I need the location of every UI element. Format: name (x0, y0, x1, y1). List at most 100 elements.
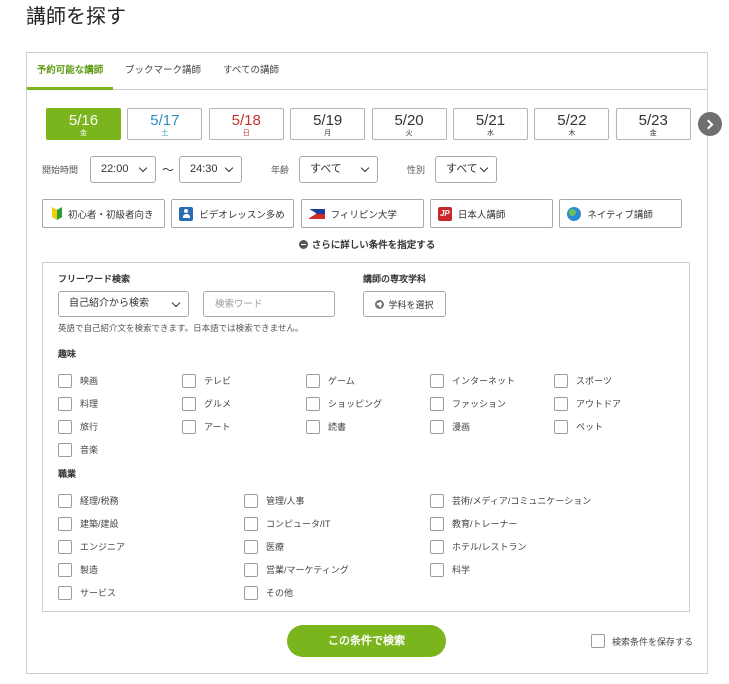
filter-video-lesson-button[interactable]: ビデオレッスン多め (171, 199, 295, 228)
checkbox[interactable] (430, 373, 444, 388)
checkbox[interactable] (182, 419, 196, 434)
checkbox[interactable] (306, 419, 320, 434)
hobby-music[interactable]: 音楽 (58, 438, 182, 461)
save-conditions-checkbox[interactable]: 検索条件を保存する (591, 631, 693, 651)
globe-icon (567, 206, 582, 221)
occupation-manufacturing[interactable]: 製造 (58, 558, 244, 581)
checkbox[interactable] (58, 373, 72, 388)
occupation-hotel-restaurant[interactable]: ホテル/レストラン (430, 535, 616, 558)
hobby-manga[interactable]: 漫画 (430, 415, 554, 438)
checkbox[interactable] (430, 562, 444, 577)
freeword-mode-value: 自己紹介から検索 (69, 298, 149, 309)
hobby-shopping[interactable]: ショッピング (306, 392, 430, 415)
hobby-gourmet[interactable]: グルメ (182, 392, 306, 415)
checkbox[interactable] (244, 516, 258, 531)
hobby-cooking[interactable]: 料理 (58, 392, 182, 415)
search-button[interactable]: この条件で検索 (287, 625, 446, 657)
checkbox[interactable] (554, 396, 568, 411)
hobby-tv[interactable]: テレビ (182, 369, 306, 392)
checkbox[interactable] (244, 539, 258, 554)
checkbox[interactable] (430, 396, 444, 411)
filter-beginner-button[interactable]: 初心者・初級者向き (42, 199, 165, 228)
checkbox[interactable] (591, 634, 605, 648)
occupation-construction[interactable]: 建築/建設 (58, 512, 244, 535)
keyword-input[interactable] (203, 291, 335, 317)
checkbox-label: ペット (576, 422, 604, 432)
occupation-engineer[interactable]: エンジニア (58, 535, 244, 558)
occupation-arts-media-communication[interactable]: 芸術/メディア/コミュニケーション (430, 489, 616, 512)
hobby-art[interactable]: アート (182, 415, 306, 438)
date-button-5-16[interactable]: 5/16 金 (46, 108, 121, 140)
tab-available-tutors[interactable]: 予約可能な講師 (27, 53, 113, 90)
date-button-5-22[interactable]: 5/22 木 (534, 108, 610, 140)
more-conditions-label: さらに詳しい条件を指定する (311, 240, 436, 251)
checkbox[interactable] (554, 373, 568, 388)
checkbox[interactable] (58, 396, 72, 411)
checkbox[interactable] (58, 585, 72, 600)
hobby-movies[interactable]: 映画 (58, 369, 182, 392)
more-conditions-toggle[interactable]: さらに詳しい条件を指定する (27, 239, 707, 253)
age-select[interactable]: すべて (299, 156, 378, 183)
checkbox[interactable] (306, 373, 320, 388)
hobby-games[interactable]: ゲーム (306, 369, 430, 392)
checkbox[interactable] (58, 442, 72, 457)
date-button-5-17[interactable]: 5/17 土 (127, 108, 203, 140)
checkbox[interactable] (244, 562, 258, 577)
checkbox-label: アート (204, 422, 231, 432)
select-major-button[interactable]: 学科を選択 (363, 291, 446, 317)
hobby-fashion[interactable]: ファッション (430, 392, 554, 415)
checkbox[interactable] (430, 419, 444, 434)
checkbox-label: 芸術/メディア/コミュニケーション (452, 496, 592, 506)
start-time-select[interactable]: 22:00 (90, 156, 156, 183)
checkbox[interactable] (182, 373, 196, 388)
occupation-other[interactable]: その他 (244, 581, 430, 604)
checkbox-label: 医療 (266, 542, 285, 552)
occupation-management-hr[interactable]: 管理/人事 (244, 489, 430, 512)
checkbox[interactable] (306, 396, 320, 411)
hobby-reading[interactable]: 読書 (306, 415, 430, 438)
checkbox-label: アウトドア (576, 399, 622, 409)
filter-label: ビデオレッスン多め (199, 209, 285, 221)
checkbox[interactable] (430, 539, 444, 554)
occupation-checkbox-grid: 経理/税務 建築/建設 エンジニア 製造 サービス 管理/人事 コンピュータ/I… (58, 489, 616, 604)
hobby-internet[interactable]: インターネット (430, 369, 554, 392)
checkbox[interactable] (58, 419, 72, 434)
checkbox[interactable] (244, 585, 258, 600)
date-button-5-19[interactable]: 5/19 月 (290, 108, 366, 140)
occupation-sales-marketing[interactable]: 営業/マーケティング (244, 558, 430, 581)
filter-philippine-university-button[interactable]: フィリピン大学 (300, 199, 424, 228)
date-button-5-18[interactable]: 5/18 日 (208, 108, 284, 140)
tab-all-tutors[interactable]: すべての講師 (211, 53, 291, 90)
checkbox[interactable] (58, 516, 72, 531)
checkbox-label: テレビ (204, 376, 232, 386)
next-dates-button[interactable] (698, 112, 722, 136)
checkbox[interactable] (554, 419, 568, 434)
freeword-mode-select[interactable]: 自己紹介から検索 (58, 291, 189, 317)
occupation-computer-it[interactable]: コンピュータ/IT (244, 512, 430, 535)
checkbox[interactable] (58, 562, 72, 577)
date-button-5-23[interactable]: 5/23 金 (615, 108, 691, 140)
checkbox[interactable] (58, 539, 72, 554)
occupation-education-trainer[interactable]: 教育/トレーナー (430, 512, 616, 535)
checkbox[interactable] (430, 516, 444, 531)
tab-bookmarked-tutors[interactable]: ブックマーク講師 (119, 53, 207, 90)
occupation-service[interactable]: サービス (58, 581, 244, 604)
occupation-science[interactable]: 科学 (430, 558, 616, 581)
date-button-5-21[interactable]: 5/21 水 (452, 108, 528, 140)
filter-japanese-tutor-button[interactable]: JP 日本人講師 (429, 199, 553, 228)
date-button-5-20[interactable]: 5/20 火 (371, 108, 447, 140)
occupation-medical[interactable]: 医療 (244, 535, 430, 558)
filter-native-tutor-button[interactable]: ネイティブ講師 (559, 199, 683, 228)
checkbox[interactable] (430, 493, 444, 508)
end-time-select[interactable]: 24:30 (179, 156, 242, 183)
tab-bar: 予約可能な講師 ブックマーク講師 すべての講師 (27, 53, 707, 90)
hobby-pets[interactable]: ペット (554, 415, 678, 438)
gender-select[interactable]: すべて (435, 156, 497, 183)
checkbox[interactable] (244, 493, 258, 508)
occupation-accounting-tax[interactable]: 経理/税務 (58, 489, 244, 512)
checkbox[interactable] (182, 396, 196, 411)
hobby-sports[interactable]: スポーツ (554, 369, 678, 392)
hobby-travel[interactable]: 旅行 (58, 415, 182, 438)
checkbox[interactable] (58, 493, 72, 508)
hobby-outdoors[interactable]: アウトドア (554, 392, 678, 415)
